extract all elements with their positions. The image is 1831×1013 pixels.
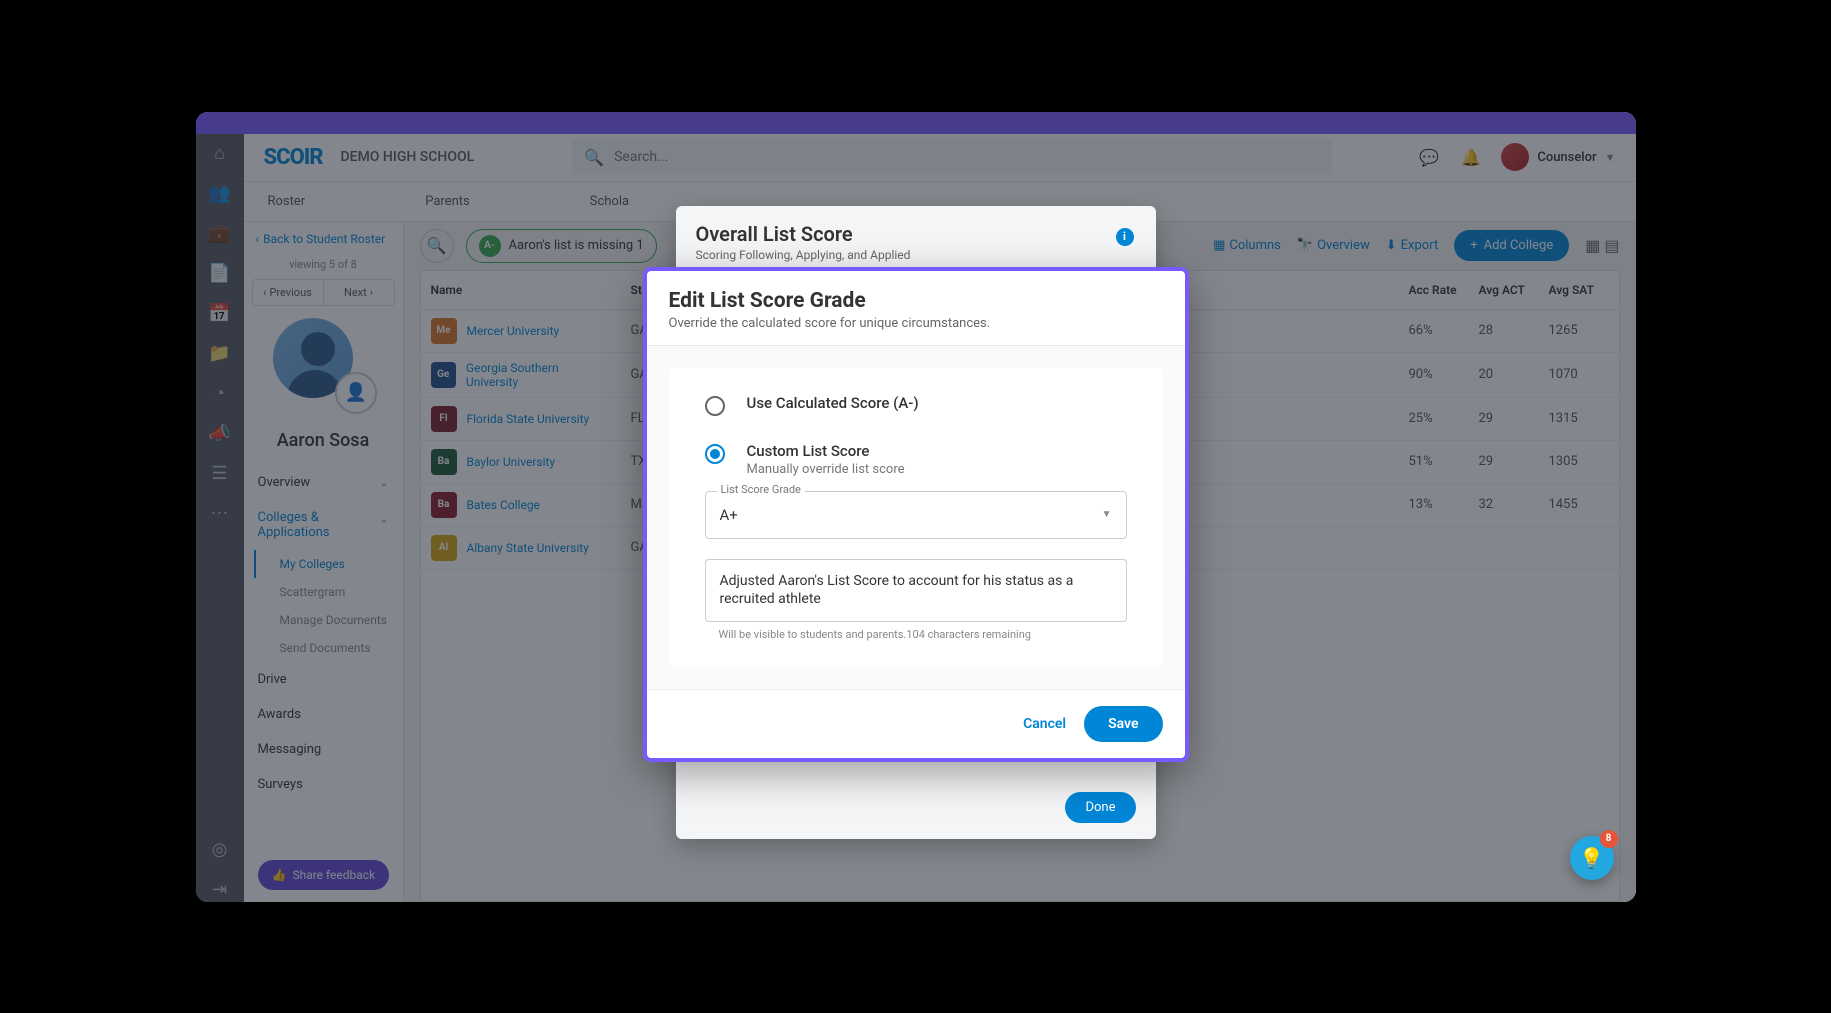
done-button[interactable]: Done	[1065, 792, 1135, 823]
radio-hint: Manually override list score	[747, 462, 905, 477]
grade-select[interactable]: List Score Grade A+ ▼	[705, 491, 1127, 539]
list-panel-sub: Scoring Following, Applying, and Applied	[696, 248, 1136, 262]
radio-label: Use Calculated Score (A-)	[747, 394, 919, 412]
cancel-button[interactable]: Cancel	[1023, 716, 1066, 732]
radio-use-calculated[interactable]: Use Calculated Score (A-)	[705, 394, 1127, 416]
edit-list-score-modal: Edit List Score Grade Override the calcu…	[643, 267, 1189, 763]
select-value: A+	[720, 506, 738, 524]
list-panel-title: Overall List Score	[696, 222, 1136, 246]
radio-icon	[705, 396, 725, 416]
radio-custom-score[interactable]: Custom List Score Manually override list…	[705, 442, 1127, 477]
chevron-down-icon: ▼	[1102, 509, 1112, 520]
textarea-hint: Will be visible to students and parents.…	[705, 628, 1127, 641]
lightbulb-icon: 💡	[1579, 846, 1604, 870]
help-fab[interactable]: 💡 8	[1570, 836, 1614, 880]
select-legend: List Score Grade	[717, 483, 805, 496]
modal-subtitle: Override the calculated score for unique…	[669, 316, 1163, 331]
reason-textarea[interactable]: Adjusted Aaron's List Score to account f…	[705, 559, 1127, 623]
info-icon[interactable]: i	[1116, 228, 1134, 246]
radio-icon	[705, 444, 725, 464]
save-button[interactable]: Save	[1084, 706, 1162, 742]
radio-label: Custom List Score	[747, 442, 905, 460]
modal-title: Edit List Score Grade	[669, 289, 1163, 313]
fab-badge: 8	[1600, 830, 1618, 848]
